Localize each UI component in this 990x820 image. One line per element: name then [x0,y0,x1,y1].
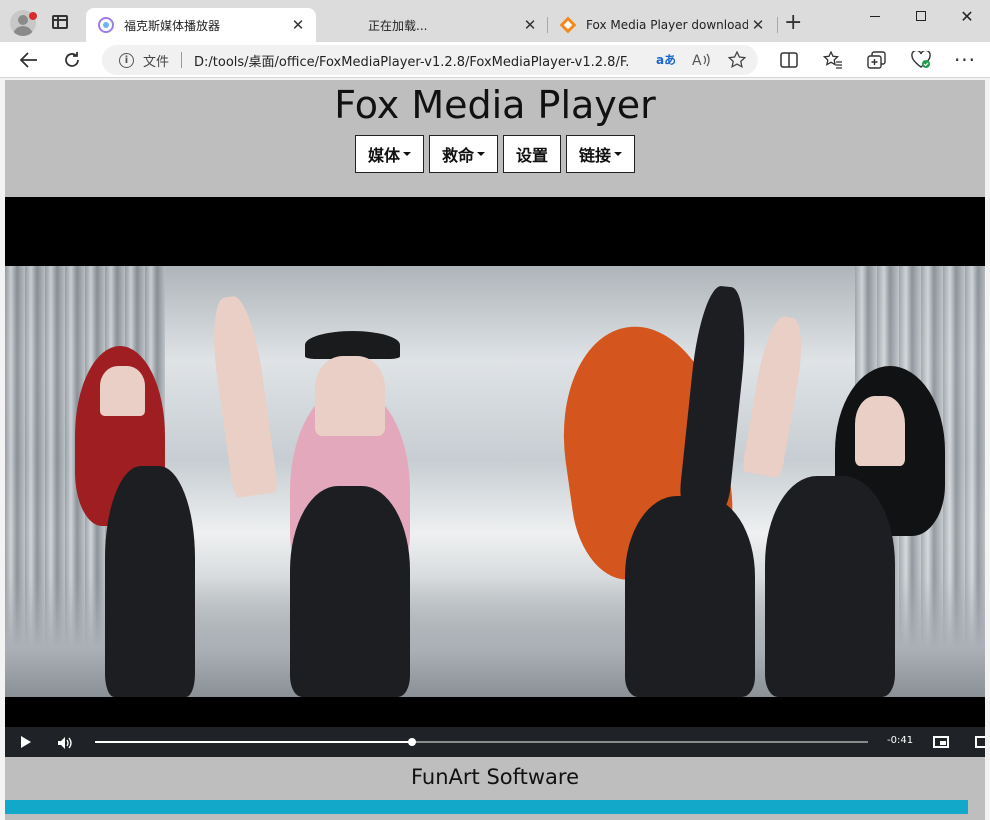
video-frame[interactable] [5,266,985,697]
svg-text:aあ: aあ [656,53,675,67]
play-icon[interactable] [21,736,31,748]
read-aloud-icon[interactable]: A [690,50,712,70]
seek-bar-progress [95,741,412,743]
minimize-icon [870,15,880,17]
seek-bar[interactable] [95,738,868,746]
tab-fox-media-player[interactable]: 福克斯媒体播放器 ✕ [86,8,316,42]
menu-settings-label: 设置 [516,146,549,165]
tab-strip: 福克斯媒体播放器 ✕ 正在加载... ✕ Fox Media Player do… [0,0,990,42]
video-figure-4-face [855,396,905,466]
split-screen-icon[interactable] [775,46,803,74]
video-figure-3-raised-arm [741,313,809,479]
video-figure-2-face [315,356,385,436]
app-title: Fox Media Player [334,83,656,127]
menu-media-button[interactable]: 媒体 [354,135,424,173]
fullscreen-icon[interactable] [975,736,985,748]
seek-bar-thumb[interactable] [407,738,416,746]
tab-close-icon[interactable]: ✕ [288,16,308,34]
tab-close-icon[interactable]: ✕ [520,16,540,34]
player-controls: -0:41 [5,727,985,757]
tab-separator [777,17,778,33]
collections-icon[interactable] [863,46,891,74]
address-bar-icons: aあ A [654,50,748,70]
video-figure-2-body [290,486,410,697]
minimize-button[interactable] [852,0,898,32]
close-window-button[interactable]: ✕ [944,0,990,32]
back-arrow-icon[interactable] [15,46,43,74]
menu-help-button[interactable]: 救命 [428,135,498,173]
translate-icon[interactable]: aあ [654,50,676,70]
svg-text:A: A [692,53,702,68]
tab-title: Fox Media Player download | So [586,18,748,32]
video-figure-3-arm [678,283,752,509]
maximize-icon [916,11,926,21]
video-figure-2-arm [206,293,279,499]
menu-links-label: 链接 [579,146,612,165]
address-scheme-label: 文件 [143,54,170,70]
tab-title: 正在加载... [368,18,428,33]
diamond-icon [559,16,577,34]
tab-loading[interactable]: 正在加载... ✕ [330,8,548,42]
video-figure-3-body [625,496,755,697]
chevron-down-icon [614,152,623,156]
video-figure-1-face [100,366,145,416]
footer-color-bar [5,800,968,814]
tab-fox-download[interactable]: Fox Media Player download | So ✕ [548,8,776,42]
tab-close-icon[interactable]: ✕ [748,16,768,34]
main-menu: 媒体 救命 设置 链接 [5,135,985,173]
footer-credit: FunArt Software [410,765,580,789]
favorites-icon[interactable] [819,46,847,74]
volume-icon[interactable] [57,735,73,749]
time-remaining: -0:41 [887,735,914,746]
video-figure-4-body [765,476,895,697]
video-figure-1-body [105,466,195,697]
more-menu-icon[interactable]: ··· [951,46,979,74]
browser-toolbar: i 文件 D:/tools/桌面/office/FoxMediaPlayer-v… [0,42,990,78]
address-url[interactable]: D:/tools/桌面/office/FoxMediaPlayer-v1.2.8… [194,51,630,70]
menu-settings-button[interactable]: 设置 [503,135,562,173]
menu-help-label: 救命 [441,146,474,165]
tab-actions-icon[interactable] [52,15,68,29]
video-figure-2-cap [305,331,400,359]
menu-media-label: 媒体 [367,146,400,165]
address-divider [181,52,183,68]
loading-icon [342,17,358,33]
app-circle-icon [98,17,114,33]
refresh-icon[interactable] [58,46,86,74]
info-icon[interactable]: i [119,52,134,68]
browser-essentials-icon[interactable] [907,46,935,74]
close-icon: ✕ [960,6,974,26]
tab-title: 福克斯媒体播放器 [124,18,221,33]
chevron-down-icon [402,152,411,156]
page-content: Fox Media Player 媒体 救命 设置 链接 -0:41 FunAr… [5,80,985,820]
menu-links-button[interactable]: 链接 [566,135,636,173]
new-tab-plus-icon[interactable]: + [784,12,802,34]
maximize-button[interactable] [898,0,944,32]
profile-notification-dot [29,12,37,20]
favorite-star-icon[interactable] [726,50,748,70]
picture-in-picture-icon[interactable] [933,736,949,748]
chevron-down-icon [477,152,485,156]
video-player[interactable]: -0:41 [5,197,985,757]
address-bar[interactable]: i 文件 D:/tools/桌面/office/FoxMediaPlayer-v… [102,45,758,75]
